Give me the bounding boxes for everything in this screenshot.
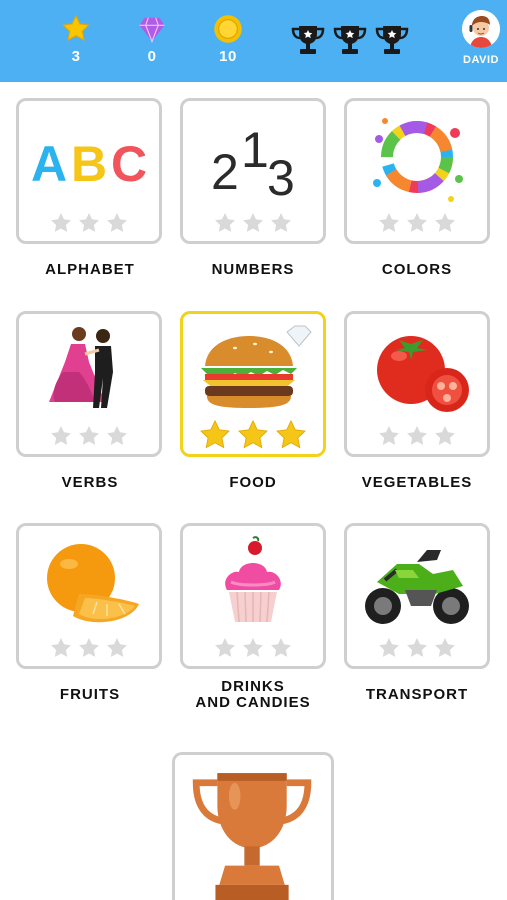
trophy-card[interactable] — [172, 752, 334, 900]
label-line-2: AND CANDIES — [195, 694, 311, 711]
star-rating — [347, 211, 487, 235]
burger-art — [201, 325, 312, 408]
category-card-colors[interactable] — [344, 98, 490, 244]
label-line-1: DRINKS — [221, 678, 285, 695]
star-rating — [347, 636, 487, 660]
empty-star-icon — [243, 638, 263, 657]
coins-counter: 10 — [198, 14, 258, 65]
coins-count: 10 — [219, 48, 237, 65]
empty-star-icon — [107, 213, 127, 232]
trophy-icon — [333, 26, 367, 54]
category-label-verbs[interactable]: VERBS — [0, 475, 180, 491]
star-rating — [19, 636, 159, 660]
category-card-numbers[interactable]: 2 1 3 — [180, 98, 326, 244]
profile-button[interactable]: DAVID — [455, 10, 507, 66]
diamonds-counter: 0 — [122, 14, 182, 65]
letter-a: A — [31, 136, 67, 192]
profile-name: DAVID — [463, 54, 499, 66]
empty-star-icon — [215, 213, 235, 232]
cupcake-art — [225, 536, 281, 623]
empty-star-icon — [215, 638, 235, 657]
empty-star-icon — [107, 426, 127, 445]
category-card-fruits[interactable] — [16, 523, 162, 669]
empty-star-icon — [435, 213, 455, 232]
digit-3: 3 — [267, 150, 295, 206]
trophy-icon — [291, 26, 325, 54]
letter-c: C — [111, 136, 147, 192]
alphabet-art: A B C — [31, 136, 147, 192]
top-bar: 3 0 10 DAVID — [0, 0, 507, 82]
category-label-fruits[interactable]: FRUITS — [0, 687, 180, 703]
empty-star-icon — [107, 638, 127, 657]
stars-count: 3 — [71, 48, 81, 65]
category-card-food[interactable] — [180, 311, 326, 457]
star-rating — [19, 211, 159, 235]
trophy-icon — [375, 26, 409, 54]
empty-star-icon — [271, 638, 291, 657]
stars-counter: 3 — [46, 14, 106, 65]
empty-star-icon — [379, 638, 399, 657]
gold-star-icon — [200, 419, 230, 449]
gold-star-icon — [238, 419, 268, 449]
digit-1: 1 — [241, 122, 269, 178]
category-label-transport[interactable]: TRANSPORT — [327, 687, 507, 703]
empty-star-icon — [51, 213, 71, 232]
empty-star-icon — [435, 426, 455, 445]
empty-star-icon — [51, 426, 71, 445]
bronze-trophy-icon — [192, 773, 312, 900]
empty-star-icon — [379, 213, 399, 232]
empty-star-icon — [407, 426, 427, 445]
star-rating — [183, 211, 323, 235]
letter-b: B — [71, 136, 107, 192]
orange-art — [47, 544, 139, 623]
empty-star-icon — [379, 426, 399, 445]
star-rating — [347, 424, 487, 448]
trophies-row — [290, 22, 410, 62]
category-card-alphabet[interactable]: A B C — [16, 98, 162, 244]
empty-star-icon — [407, 638, 427, 657]
empty-star-icon — [435, 638, 455, 657]
star-rating — [19, 424, 159, 448]
category-label-food[interactable]: FOOD — [163, 475, 343, 491]
diamond-icon — [139, 17, 165, 44]
category-label-alphabet[interactable]: ALPHABET — [0, 262, 180, 278]
tomato-art — [377, 336, 469, 412]
empty-star-icon — [407, 213, 427, 232]
digit-2: 2 — [211, 144, 239, 200]
category-card-vegetables[interactable] — [344, 311, 490, 457]
category-label-numbers[interactable]: NUMBERS — [163, 262, 343, 278]
empty-star-icon — [79, 213, 99, 232]
motorcycle-art — [365, 550, 469, 624]
star-rating — [183, 418, 323, 452]
category-card-drinks-and-candies[interactable] — [180, 523, 326, 669]
boy-avatar-icon — [462, 10, 500, 48]
category-card-transport[interactable] — [344, 523, 490, 669]
category-label-drinks-and-candies[interactable]: DRINKS AND CANDIES — [163, 679, 343, 711]
avatar — [462, 10, 500, 48]
empty-star-icon — [51, 638, 71, 657]
category-card-verbs[interactable] — [16, 311, 162, 457]
color-splash-art — [373, 118, 463, 202]
empty-star-icon — [271, 213, 291, 232]
coin-icon — [214, 15, 242, 43]
category-label-vegetables[interactable]: VEGETABLES — [327, 475, 507, 491]
star-icon — [62, 14, 90, 41]
empty-star-icon — [79, 638, 99, 657]
gold-star-icon — [276, 419, 306, 449]
numbers-art: 2 1 3 — [211, 122, 295, 206]
dancers-art — [49, 327, 113, 408]
category-label-colors[interactable]: COLORS — [327, 262, 507, 278]
empty-star-icon — [79, 426, 99, 445]
empty-star-icon — [243, 213, 263, 232]
star-rating — [183, 636, 323, 660]
diamonds-count: 0 — [147, 48, 157, 65]
